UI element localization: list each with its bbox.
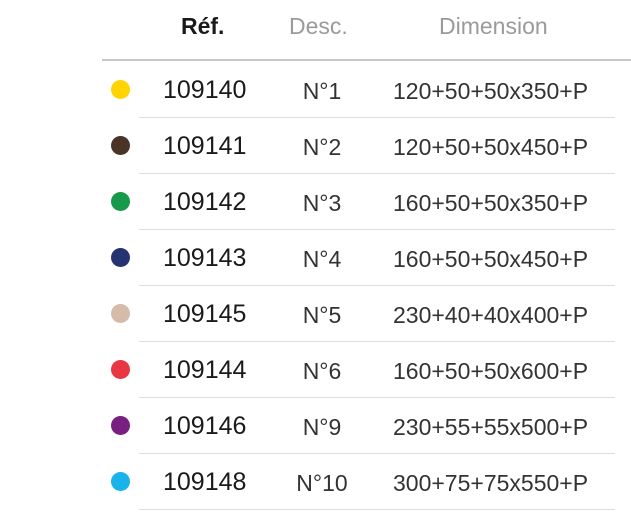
dimension-cell: 230+40+40x400+P bbox=[393, 302, 589, 328]
ref-cell: 109145 bbox=[163, 300, 247, 328]
color-dot bbox=[111, 248, 130, 267]
ref-cell: 109140 bbox=[163, 76, 247, 104]
table-row: 109142 N°3 160+50+50x350+P bbox=[0, 174, 631, 230]
header-divider bbox=[102, 59, 631, 61]
color-dot bbox=[111, 192, 130, 211]
desc-cell: N°4 bbox=[302, 246, 342, 272]
desc-cell: N°3 bbox=[302, 190, 342, 216]
ref-cell: 109146 bbox=[163, 412, 247, 440]
desc-cell: N°10 bbox=[296, 470, 348, 496]
header-ref: Réf. bbox=[181, 13, 225, 39]
table-row: 109148 N°10 300+75+75x550+P bbox=[0, 454, 631, 510]
color-dot bbox=[111, 80, 130, 99]
dimension-cell: 120+50+50x450+P bbox=[393, 134, 589, 160]
ref-cell: 109143 bbox=[163, 244, 247, 272]
desc-cell: N°6 bbox=[302, 358, 342, 384]
header-desc: Desc. bbox=[289, 13, 348, 39]
desc-cell: N°2 bbox=[302, 134, 342, 160]
table-row: 109145 N°5 230+40+40x400+P bbox=[0, 286, 631, 342]
dimension-cell: 160+50+50x450+P bbox=[393, 246, 589, 272]
dimension-cell: 230+55+55x500+P bbox=[393, 414, 589, 440]
ref-cell: 109141 bbox=[163, 132, 247, 160]
color-dot bbox=[111, 472, 130, 491]
color-dot bbox=[111, 136, 130, 155]
dimension-cell: 300+75+75x550+P bbox=[393, 470, 589, 496]
table-row: 109143 N°4 160+50+50x450+P bbox=[0, 230, 631, 286]
header-dimension: Dimension bbox=[439, 13, 548, 39]
table-row: 109146 N°9 230+55+55x500+P bbox=[0, 398, 631, 454]
table-row: 109140 N°1 120+50+50x350+P bbox=[0, 62, 631, 118]
desc-cell: N°9 bbox=[302, 414, 342, 440]
color-dot bbox=[111, 416, 130, 435]
ref-cell: 109144 bbox=[163, 356, 247, 384]
table-row: 109141 N°2 120+50+50x450+P bbox=[0, 118, 631, 174]
table-row: 109144 N°6 160+50+50x600+P bbox=[0, 342, 631, 398]
table-header: Réf. Desc. Dimension bbox=[0, 0, 631, 60]
desc-cell: N°5 bbox=[302, 302, 342, 328]
dimension-cell: 160+50+50x600+P bbox=[393, 358, 589, 384]
color-dot bbox=[111, 304, 130, 323]
ref-cell: 109148 bbox=[163, 468, 247, 496]
color-dot bbox=[111, 360, 130, 379]
ref-cell: 109142 bbox=[163, 188, 247, 216]
dimension-cell: 120+50+50x350+P bbox=[393, 78, 589, 104]
row-divider bbox=[139, 509, 615, 510]
desc-cell: N°1 bbox=[302, 78, 342, 104]
dimension-cell: 160+50+50x350+P bbox=[393, 190, 589, 216]
